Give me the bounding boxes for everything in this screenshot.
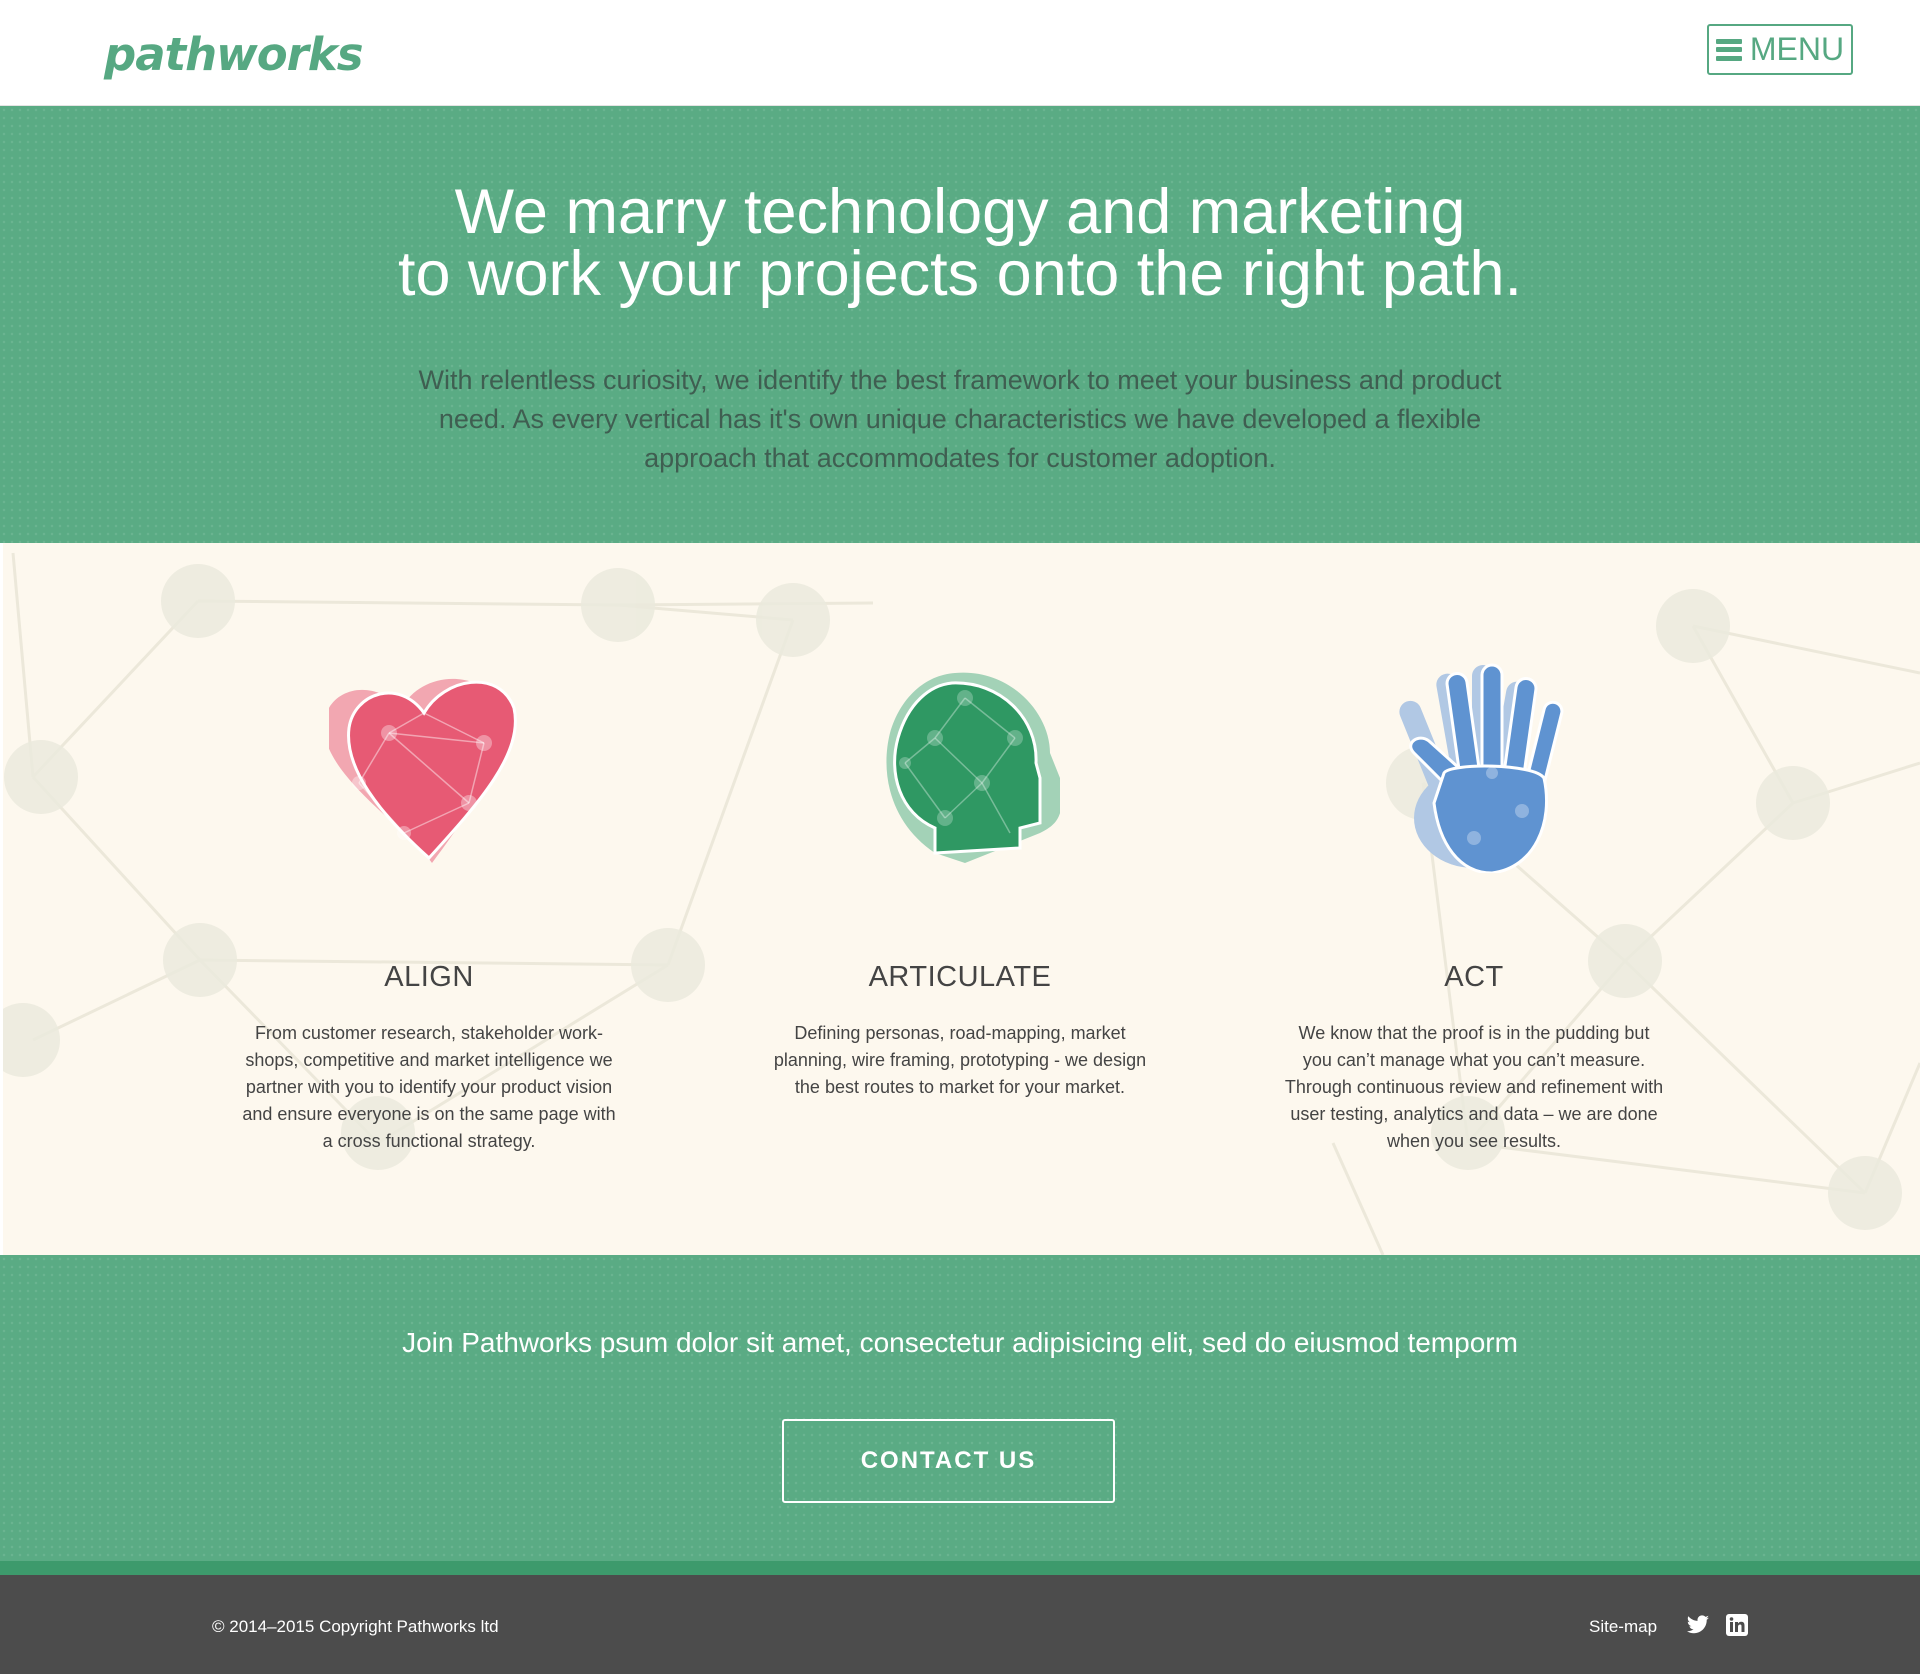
hero-title-line1: We marry technology and marketing — [454, 177, 1466, 247]
contact-us-button[interactable]: CONTACT US — [782, 1419, 1115, 1503]
hero-title-line2: to work your projects onto the right pat… — [397, 239, 1523, 309]
copyright-text: © 2014–2015 Copyright Pathworks ltd — [212, 1617, 499, 1636]
head-icon — [886, 672, 1060, 863]
hand-icon — [1399, 663, 1564, 873]
logo[interactable]: pathworks — [104, 28, 364, 81]
menu-button[interactable]: MENU — [1707, 24, 1853, 75]
sitemap-link[interactable]: Site-map — [1589, 1617, 1657, 1637]
site-header: pathworks MENU — [0, 0, 1920, 106]
site-footer: © 2014–2015 Copyright Pathworks ltd Site… — [0, 1575, 1920, 1674]
hero-section: We marry technology and marketing to wor… — [0, 106, 1920, 543]
feature-title: ACT — [1444, 961, 1504, 993]
feature-title: ARTICULATE — [868, 961, 1052, 993]
hamburger-icon — [1715, 38, 1742, 61]
linkedin-icon[interactable] — [1725, 1613, 1749, 1637]
cta-text: Join Pathworks psum dolor sit amet, cons… — [402, 1327, 1518, 1358]
heart-icon — [329, 678, 517, 863]
footer-stripe — [0, 1561, 1920, 1575]
hero-title: We marry technology and marketing to wor… — [0, 181, 1920, 306]
menu-label: MENU — [1749, 31, 1845, 67]
feature-text: Defining personas, road-mapping, market … — [773, 1023, 1147, 1097]
feature-title: ALIGN — [384, 961, 474, 993]
hero-description: With relentless curiosity, we identify t… — [418, 365, 1502, 473]
cta-section: Join Pathworks psum dolor sit amet, cons… — [0, 1255, 1920, 1561]
features-section: ALIGN From customer research, stakeholde… — [3, 543, 1920, 1255]
twitter-icon[interactable] — [1686, 1613, 1710, 1637]
feature-text: We know that the proof is in the pudding… — [1284, 1023, 1664, 1151]
feature-text: From customer research, stakeholder work… — [242, 1023, 616, 1151]
